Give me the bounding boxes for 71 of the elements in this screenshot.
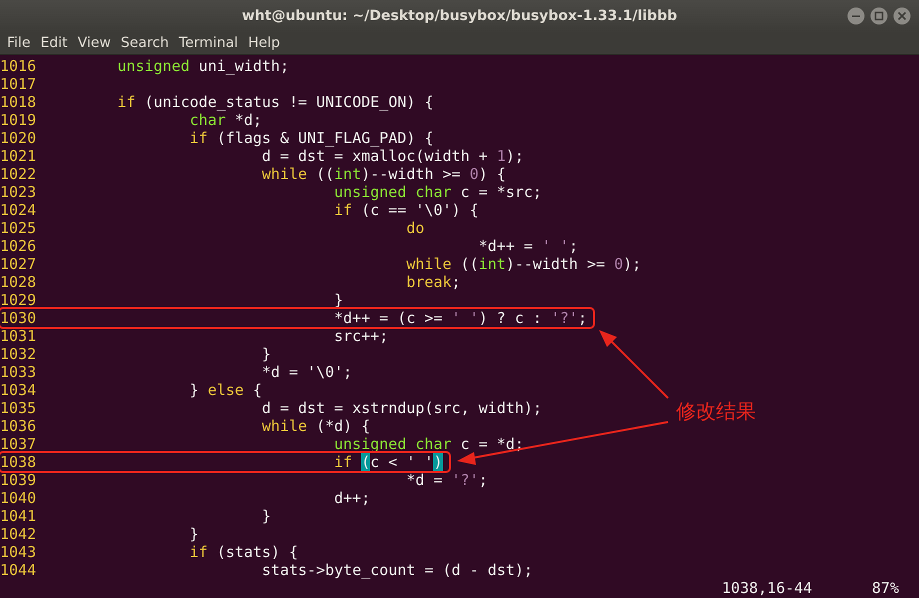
close-icon[interactable]: [893, 7, 911, 25]
line-number: 1018: [0, 93, 38, 111]
window-title: wht@ubuntu: ~/Desktop/busybox/busybox-1.33.1/libbb: [242, 8, 678, 24]
line-number: 1016: [0, 57, 38, 75]
line-number: 1023: [0, 183, 38, 201]
line-number: 1032: [0, 345, 38, 363]
line-number: 1034: [0, 381, 38, 399]
line-number: 1040: [0, 489, 38, 507]
code-line: if (unicode_status != UNICODE_ON) {: [116, 93, 434, 111]
code-line: do: [405, 219, 424, 237]
code-line: }: [333, 291, 344, 309]
code-line: while ((int)--width >= 0) {: [260, 165, 506, 183]
menu-item[interactable]: File: [2, 35, 36, 51]
line-number: 1017: [0, 75, 38, 93]
line-number: 1027: [0, 255, 38, 273]
line-number: 1033: [0, 363, 38, 381]
line-number: 1043: [0, 543, 38, 561]
code-line: }: [260, 507, 271, 525]
menu-item[interactable]: View: [72, 35, 116, 51]
line-number: 1025: [0, 219, 38, 237]
line-number: 1026: [0, 237, 38, 255]
code-line: d = dst = xmalloc(width + 1);: [260, 147, 524, 165]
line-number: 1020: [0, 129, 38, 147]
code-line: while (*d) {: [260, 417, 370, 435]
line-number: 1024: [0, 201, 38, 219]
line-number: 1044: [0, 561, 38, 579]
line-number: 1037: [0, 435, 38, 453]
line-number: 1036: [0, 417, 38, 435]
arrow: [599, 330, 669, 399]
code-line: d = dst = xstrndup(src, width);: [260, 399, 542, 417]
annotation-label: 修改结果: [676, 398, 756, 425]
line-number: 1021: [0, 147, 38, 165]
code-line: unsigned char c = *d;: [333, 435, 524, 453]
line-number: 1019: [0, 111, 38, 129]
line-number: 1030: [0, 309, 38, 327]
menu-item[interactable]: Search: [116, 35, 174, 51]
code-line: if (flags & UNI_FLAG_PAD) {: [188, 129, 434, 147]
scroll-percent: 87%: [872, 579, 899, 597]
code-line: }: [188, 525, 199, 543]
code-line: if (c < ' '): [333, 453, 442, 471]
menu-item[interactable]: Help: [243, 35, 285, 51]
code-line: if (c == '\0') {: [333, 201, 479, 219]
line-number: 1022: [0, 165, 38, 183]
code-line: d++;: [333, 489, 370, 507]
minimize-icon[interactable]: [847, 7, 865, 25]
line-number: 1028: [0, 273, 38, 291]
code-line: if (stats) {: [188, 543, 298, 561]
code-line: break;: [405, 273, 461, 291]
menu-item[interactable]: Terminal: [174, 35, 244, 51]
code-line: stats->byte_count = (d - dst);: [260, 561, 533, 579]
code-line: } else {: [188, 381, 262, 399]
maximize-icon[interactable]: [870, 7, 888, 25]
line-number: 1035: [0, 399, 38, 417]
line-number: 1041: [0, 507, 38, 525]
code-line: while ((int)--width >= 0);: [405, 255, 642, 273]
cursor-position: 1038,16-44: [722, 579, 814, 597]
line-number: 1031: [0, 327, 38, 345]
code-line: char *d;: [188, 111, 262, 129]
menu-item[interactable]: Edit: [35, 35, 73, 51]
line-number: 1029: [0, 291, 38, 309]
code-line: unsigned uni_width;: [116, 57, 289, 75]
code-line: src++;: [333, 327, 388, 345]
line-number: 1038: [0, 453, 38, 471]
code-line: unsigned char c = *src;: [333, 183, 542, 201]
line-number: 1039: [0, 471, 38, 489]
code-line: *d++ = ' ';: [478, 237, 578, 255]
code-line: }: [260, 345, 271, 363]
line-number: 1042: [0, 525, 38, 543]
code-line: *d = '\0';: [260, 363, 352, 381]
code-line: *d = '?';: [405, 471, 488, 489]
code-line: *d++ = (c >= ' ') ? c : '?';: [333, 309, 587, 327]
